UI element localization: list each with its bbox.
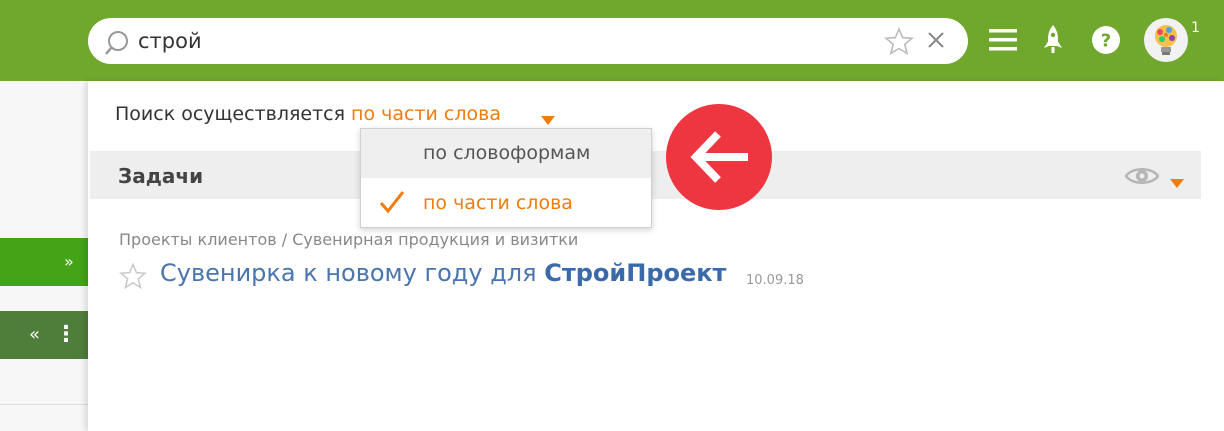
notification-count: 1 [1191,20,1200,36]
search-icon [104,29,132,62]
star-icon[interactable] [119,262,147,294]
expand-panel-button[interactable]: » [0,238,88,286]
menu-icon[interactable] [989,28,1017,57]
task-title-text: Сувенирка к новому году для [160,259,545,287]
eye-icon[interactable] [1124,164,1160,193]
search-mode-line: Поиск осуществляется по части слова [115,103,501,125]
arrow-left-icon [666,104,772,210]
avatar[interactable] [1144,18,1188,62]
search-mode-label: Поиск осуществляется [115,103,346,125]
task-link[interactable]: Сувенирка к новому году для СтройПроект [160,259,726,287]
top-bar: ? 1 [0,0,1224,81]
search-results-panel [88,81,1224,431]
breadcrumb[interactable]: Проекты клиентов / Сувенирная продукция … [119,230,578,249]
section-title: Задачи [118,164,204,188]
more-icon[interactable]: ⋮ [55,322,77,347]
search-input[interactable] [138,26,898,56]
collapse-panel-button[interactable]: « ⋮ [0,311,88,359]
menu-item-wordforms[interactable]: по словоформам [361,129,651,178]
chevron-down-icon[interactable] [1170,175,1184,193]
collapse-icon: « [29,324,41,345]
star-icon[interactable] [883,26,915,60]
expand-icon: » [64,252,74,271]
task-date: 10.09.18 [746,273,804,288]
search-mode-menu: по словоформам по части слова [360,128,652,228]
menu-item-label: по части слова [423,192,573,214]
task-title-match: СтройПроект [544,259,727,287]
menu-item-partial[interactable]: по части слова [361,178,651,227]
close-icon[interactable] [926,30,946,55]
rocket-icon[interactable] [1041,24,1065,61]
search-box[interactable] [88,18,968,64]
menu-item-label: по словоформам [423,142,591,164]
search-mode-dropdown[interactable]: по части слова [351,103,501,125]
divider [0,404,88,405]
check-icon [379,190,405,219]
svg-text:?: ? [1101,31,1111,52]
help-icon[interactable]: ? [1091,25,1121,60]
